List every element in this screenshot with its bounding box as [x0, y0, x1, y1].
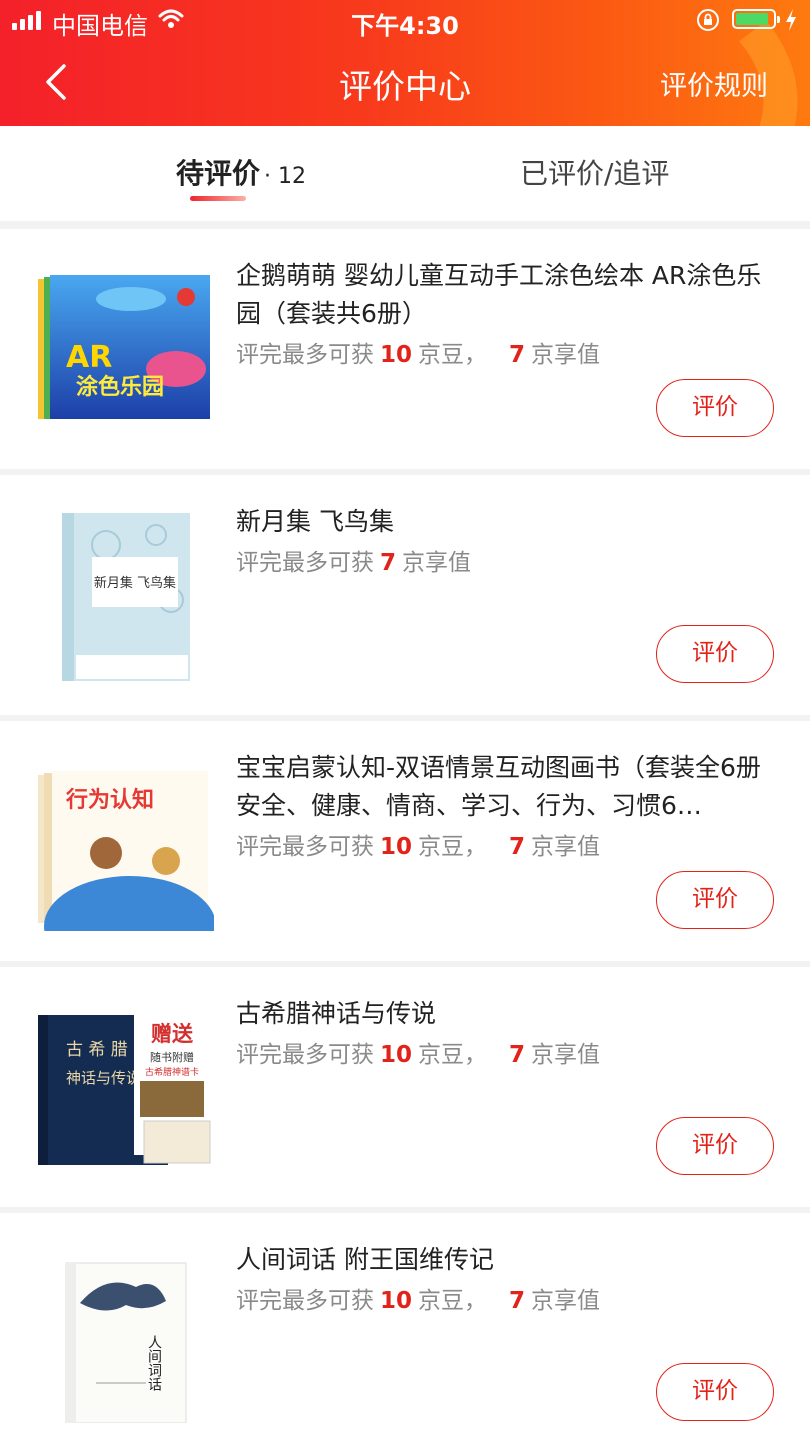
cover-gift-line1: 随书附赠 [150, 1050, 194, 1064]
cover-greek-title: 古 希 腊 [66, 1040, 128, 1060]
clock: 下午4:30 [351, 12, 459, 40]
reward-prefix: 评完最多可获 [236, 834, 374, 860]
review-button[interactable]: 评价 [656, 1363, 774, 1421]
value-count: 7 [509, 342, 526, 368]
list-item: 新月集 飞鸟集 新月集 飞鸟集 评完最多可获 7 京享值 评价 [0, 475, 810, 715]
review-rules-link[interactable]: 评价规则 [660, 64, 768, 103]
cover-ar-text: AR [66, 340, 112, 375]
top-header: 中国电信 下午4:30 评价中心 评价规则 [0, 0, 810, 126]
cover-behavior-title: 行为认知 [65, 787, 154, 813]
reward-prefix: 评完最多可获 [236, 1042, 374, 1068]
cover-moon-title: 新月集 飞鸟集 [94, 575, 176, 591]
value-count: 7 [380, 550, 397, 576]
reward-info: 评完最多可获 10 京豆， 7 京享值 [236, 827, 600, 861]
bean-count: 10 [380, 834, 413, 860]
bean-label: 京豆， [418, 1042, 488, 1068]
reward-info: 评完最多可获 7 京享值 [236, 543, 471, 577]
review-button[interactable]: 评价 [656, 625, 774, 683]
value-label: 京享值 [531, 1288, 601, 1314]
reward-info: 评完最多可获 10 京豆， 7 京享值 [236, 1035, 600, 1069]
list-item: 古 希 腊 神话与传说 赠送 随书附赠 古希腊神谱卡 古希腊神话与传说 评完最多… [0, 967, 810, 1207]
product-image: 古 希 腊 神话与传说 赠送 随书附赠 古希腊神谱卡 [38, 1015, 211, 1165]
tab-pending-review[interactable]: 待评价 · 12 [176, 152, 306, 192]
battery-icon [732, 9, 780, 29]
cover-gift-line2: 古希腊神谱卡 [145, 1066, 199, 1078]
review-button[interactable]: 评价 [656, 1117, 774, 1175]
value-count: 7 [509, 834, 526, 860]
bean-count: 10 [380, 1288, 413, 1314]
review-button[interactable]: 评价 [656, 871, 774, 929]
value-label: 京享值 [402, 550, 472, 576]
tab-pending-label: 待评价 [176, 157, 261, 190]
list-item: 人间词话 人间词话 附王国维传记 评完最多可获 10 京豆， 7 京享值 评价 [0, 1213, 810, 1440]
product-image: 新月集 飞鸟集 [62, 513, 190, 681]
bean-label: 京豆， [418, 1288, 488, 1314]
review-tabs: 待评价 · 12 已评价/追评 [0, 126, 810, 221]
product-image: AR 涂色乐园 [38, 275, 210, 419]
bean-count: 10 [380, 1042, 413, 1068]
value-count: 7 [509, 1042, 526, 1068]
reward-prefix: 评完最多可获 [236, 1288, 374, 1314]
product-title[interactable]: 新月集 飞鸟集 [236, 503, 766, 541]
bean-count: 10 [380, 342, 413, 368]
charging-icon [786, 9, 796, 31]
product-title[interactable]: 企鹅萌萌 婴幼儿童互动手工涂色绘本 AR涂色乐园（套装共6册） [236, 257, 766, 333]
active-tab-indicator [190, 196, 246, 201]
product-title[interactable]: 人间词话 附王国维传记 [236, 1241, 766, 1279]
reward-prefix: 评完最多可获 [236, 342, 374, 368]
reward-info: 评完最多可获 10 京豆， 7 京享值 [236, 1281, 600, 1315]
value-label: 京享值 [531, 834, 601, 860]
cover-gift: 赠送 [151, 1022, 194, 1046]
cover-greek-subtitle: 神话与传说 [66, 1069, 141, 1087]
product-title[interactable]: 宝宝启蒙认知-双语情景互动图画书（套装全6册 安全、健康、情商、学习、行为、习惯… [236, 749, 766, 825]
pending-count: · 12 [264, 164, 306, 189]
cover-cihua-title: 人间词话 [146, 1335, 162, 1391]
bean-label: 京豆， [418, 342, 488, 368]
tab-reviewed[interactable]: 已评价/追评 [520, 152, 669, 192]
status-bar: 中国电信 下午4:30 [0, 0, 810, 44]
value-count: 7 [509, 1288, 526, 1314]
reward-info: 评完最多可获 10 京豆， 7 京享值 [236, 335, 600, 369]
list-item: AR 涂色乐园 企鹅萌萌 婴幼儿童互动手工涂色绘本 AR涂色乐园（套装共6册） … [0, 229, 810, 469]
bean-label: 京豆， [418, 834, 488, 860]
cover-ar-subtitle: 涂色乐园 [76, 374, 164, 400]
value-label: 京享值 [531, 342, 601, 368]
list-item: 行为认知 宝宝启蒙认知-双语情景互动图画书（套装全6册 安全、健康、情商、学习、… [0, 721, 810, 961]
reward-prefix: 评完最多可获 [236, 550, 374, 576]
value-label: 京享值 [531, 1042, 601, 1068]
product-image: 行为认知 [38, 771, 214, 931]
product-title[interactable]: 古希腊神话与传说 [236, 995, 766, 1033]
product-image: 人间词话 [65, 1262, 187, 1423]
review-button[interactable]: 评价 [656, 379, 774, 437]
orientation-lock-icon [697, 9, 719, 31]
